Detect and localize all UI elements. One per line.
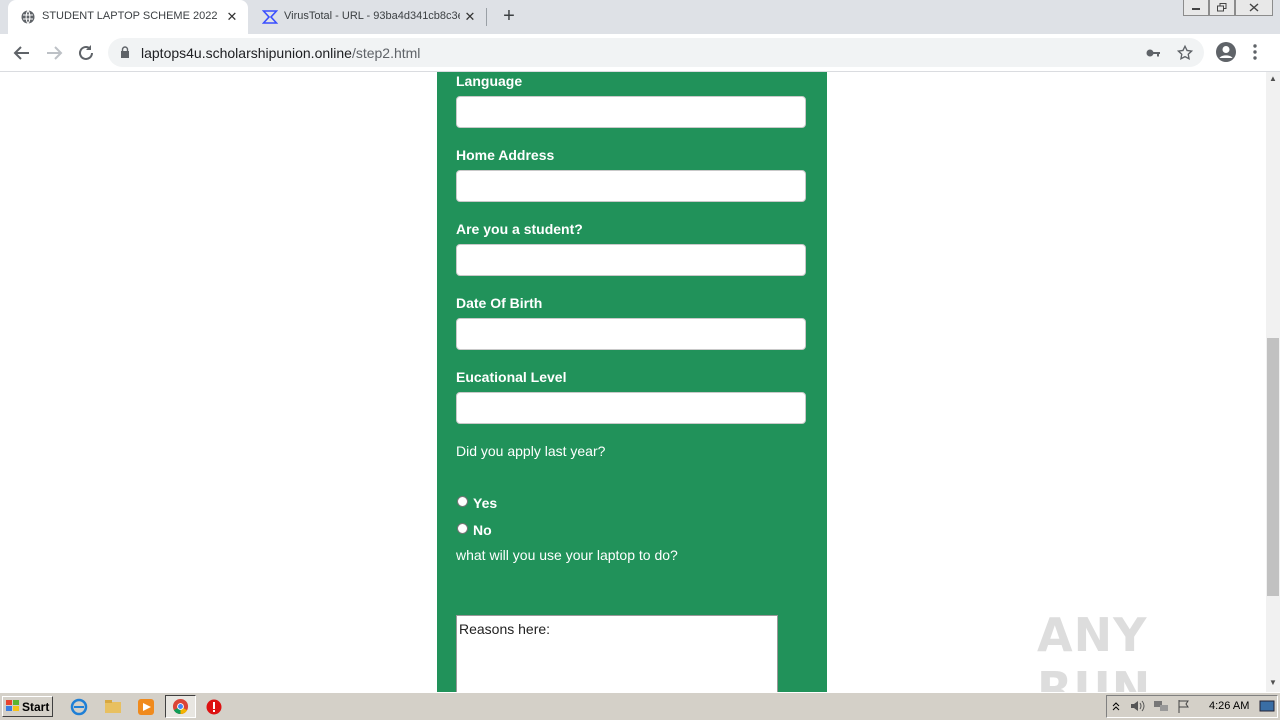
media-player-icon[interactable] (137, 698, 155, 716)
scroll-up-arrow-icon[interactable]: ▲ (1266, 72, 1280, 86)
application-form: Language Home Address Are you a student?… (437, 72, 827, 692)
url-text[interactable]: laptops4u.scholarshipunion.online/step2.… (141, 45, 420, 61)
close-window-button[interactable] (1235, 0, 1273, 16)
restore-icon (1217, 3, 1227, 12)
minimize-button[interactable] (1183, 0, 1209, 16)
page-viewport: Language Home Address Are you a student?… (0, 72, 1266, 692)
windows-taskbar: Start 4:26 AM (0, 692, 1280, 720)
close-icon (1249, 3, 1259, 12)
kebab-menu-icon[interactable] (1252, 43, 1258, 61)
start-label: Start (22, 700, 50, 714)
profile-icon[interactable] (1215, 41, 1237, 63)
yes-radio-label: Yes (473, 495, 498, 511)
no-radio-label: No (473, 522, 492, 538)
tab-separator (486, 8, 487, 26)
network-icon[interactable] (1153, 699, 1169, 713)
educational-level-input[interactable] (456, 392, 806, 424)
clock: 4:26 AM (1209, 700, 1250, 712)
forward-arrow-icon[interactable] (42, 41, 66, 65)
flag-icon[interactable] (1177, 699, 1191, 713)
windows-logo-icon (6, 700, 19, 711)
url-path: /step2.html (351, 45, 421, 61)
reload-icon[interactable] (74, 41, 98, 65)
scroll-down-arrow-icon[interactable]: ▼ (1266, 676, 1280, 690)
tab-title: STUDENT LAPTOP SCHEME 2022 (42, 10, 218, 22)
stop-sign-icon[interactable] (205, 698, 223, 716)
date-of-birth-input[interactable] (456, 318, 806, 350)
close-tab-icon[interactable]: ✕ (224, 9, 240, 25)
star-icon[interactable] (1176, 44, 1194, 62)
scroll-thumb[interactable] (1267, 338, 1279, 596)
chrome-icon (172, 698, 189, 715)
system-tray: 4:26 AM (1106, 695, 1278, 718)
lock-icon[interactable] (120, 46, 130, 59)
show-desktop-icon[interactable] (1259, 700, 1275, 713)
tab-virustotal[interactable]: VirusTotal - URL - 93ba4d341cb8c3e ✕ (250, 0, 486, 34)
no-radio[interactable] (457, 523, 468, 534)
laptop-use-question: what will you use your laptop to do? (456, 547, 678, 563)
virustotal-icon (262, 10, 278, 24)
anyrun-watermark: ANY RUN (1037, 608, 1152, 692)
reasons-textarea[interactable]: Reasons here: (456, 615, 778, 692)
key-icon[interactable] (1145, 45, 1161, 61)
tab-title: VirusTotal - URL - 93ba4d341cb8c3e (284, 10, 460, 22)
chrome-taskbar-button[interactable] (165, 695, 196, 718)
page-scrollbar[interactable]: ▲ ▼ (1266, 72, 1280, 692)
yes-radio[interactable] (457, 496, 468, 507)
address-bar[interactable]: laptops4u.scholarshipunion.online/step2.… (108, 38, 1204, 67)
tab-strip: STUDENT LAPTOP SCHEME 2022 ✕ VirusTotal … (0, 0, 1280, 34)
language-label: Language (456, 73, 523, 89)
volume-icon[interactable] (1129, 699, 1145, 713)
home-address-label: Home Address (456, 147, 555, 163)
date-of-birth-label: Date Of Birth (456, 295, 543, 311)
browser-toolbar: laptops4u.scholarshipunion.online/step2.… (0, 34, 1280, 72)
new-tab-button[interactable]: + (498, 6, 520, 28)
restore-button[interactable] (1209, 0, 1235, 16)
student-input[interactable] (456, 244, 806, 276)
educational-level-label: Eucational Level (456, 369, 567, 385)
student-question-label: Are you a student? (456, 221, 583, 237)
minimize-icon (1192, 8, 1200, 10)
url-host: laptops4u.scholarshipunion.online (141, 45, 352, 61)
chevron-up-icon[interactable] (1111, 700, 1121, 712)
language-input[interactable] (456, 96, 806, 128)
back-arrow-icon[interactable] (10, 41, 34, 65)
close-tab-icon[interactable]: ✕ (462, 9, 478, 25)
start-button[interactable]: Start (2, 696, 53, 717)
apply-last-year-question: Did you apply last year? (456, 443, 606, 459)
globe-icon (21, 10, 35, 24)
internet-explorer-icon[interactable] (70, 698, 88, 716)
folder-icon[interactable] (104, 698, 122, 716)
home-address-input[interactable] (456, 170, 806, 202)
tab-student-laptop[interactable]: STUDENT LAPTOP SCHEME 2022 ✕ (8, 0, 248, 34)
